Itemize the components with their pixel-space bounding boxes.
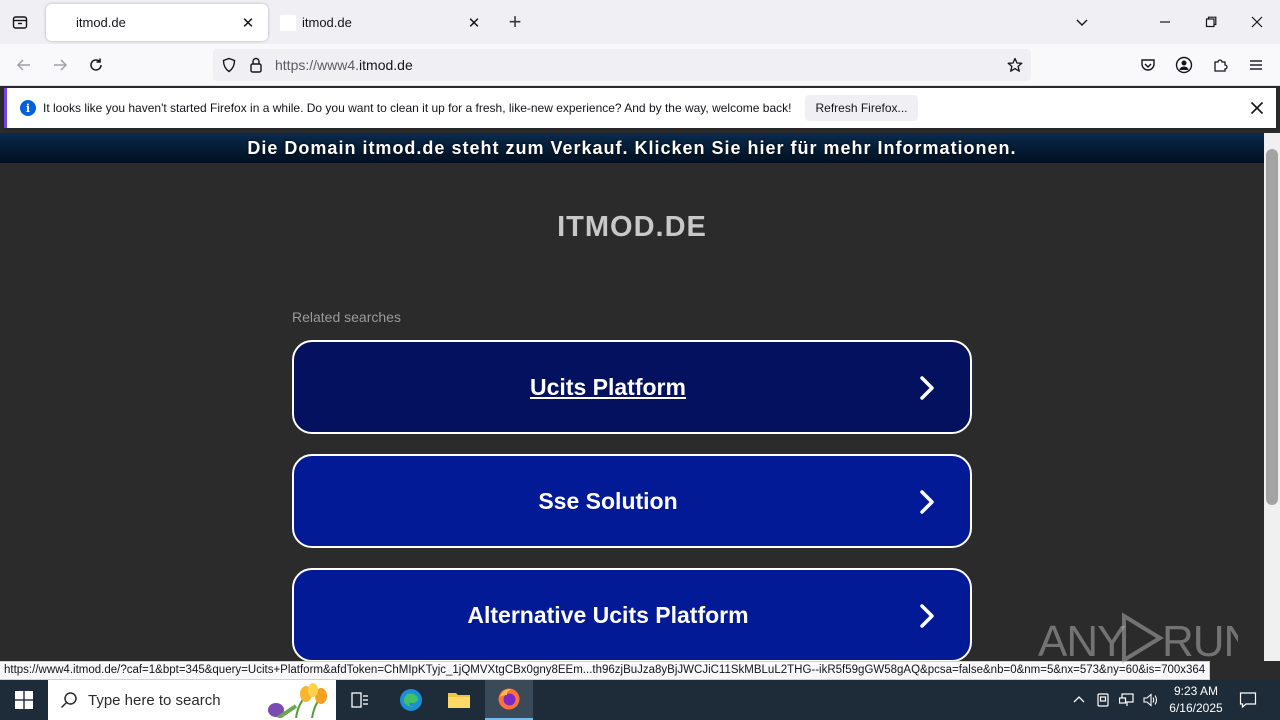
new-tab-plus-icon[interactable]: + (503, 9, 527, 34)
tulip-decoration-icon (268, 683, 327, 718)
search-link-label: Alternative Ucits Platform (467, 601, 749, 628)
search-link-sse-solution[interactable]: Sse Solution (292, 454, 972, 548)
navigation-toolbar: https://www4.itmod.de (0, 44, 1280, 86)
svg-text:ANY: ANY (1038, 617, 1126, 666)
notification-message: It looks like you haven't started Firefo… (43, 101, 792, 115)
notification-close-icon[interactable] (1245, 96, 1269, 120)
clock-time: 9:23 AM (1173, 684, 1219, 698)
chevron-right-icon (920, 376, 934, 400)
pocket-icon[interactable] (1134, 51, 1162, 79)
taskbar-search-placeholder: Type here to search (88, 692, 221, 709)
minimize-icon[interactable] (1151, 8, 1179, 36)
tab-list-chevron-down-icon[interactable] (1068, 8, 1096, 36)
page-scrollbar[interactable] (1264, 133, 1280, 661)
related-searches-label: Related searches (292, 309, 401, 325)
system-clock[interactable]: 9:23 AM 6/16/2025 (1162, 683, 1230, 717)
bookmark-star-icon[interactable] (1007, 57, 1023, 73)
anyrun-watermark-logo: ANY RUN (1038, 610, 1238, 666)
file-explorer-icon[interactable] (435, 680, 483, 720)
notifications-speech-bubble-icon[interactable] (1236, 680, 1260, 720)
site-title: ITMOD.DE (557, 211, 707, 243)
search-link-label: Ucits Platform (530, 373, 686, 400)
forward-arrow-icon[interactable] (46, 51, 74, 79)
start-windows-icon[interactable] (0, 680, 48, 720)
tab-close-icon[interactable]: ✕ (238, 13, 258, 33)
refresh-firefox-button[interactable]: Refresh Firefox... (805, 95, 918, 121)
tracking-shield-icon[interactable] (221, 57, 237, 73)
windows-taskbar: Type here to search 9:23 AM 6/16/2025 (0, 680, 1280, 720)
chevron-right-icon (920, 604, 934, 628)
page-content: Die Domain itmod.de steht zum Verkauf. K… (0, 133, 1264, 661)
tab-itmod-second[interactable]: itmod.de ✕ (272, 4, 494, 41)
restore-icon[interactable] (1197, 8, 1225, 36)
scrollbar-thumb[interactable] (1266, 149, 1278, 505)
url-text[interactable]: https://www4.itmod.de (275, 57, 413, 73)
lock-icon[interactable] (249, 57, 263, 73)
volume-speaker-icon[interactable] (1141, 680, 1161, 720)
firefox-taskbar-icon[interactable] (485, 680, 533, 720)
refresh-firefox-notification: i It looks like you haven't started Fire… (4, 88, 1276, 128)
account-icon[interactable] (1170, 51, 1198, 79)
search-icon (60, 692, 77, 709)
network-wired-icon[interactable] (1117, 680, 1137, 720)
chevron-right-icon (920, 490, 934, 514)
page-favicon-icon (54, 15, 70, 31)
tab-title: itmod.de (76, 15, 126, 30)
tab-strip: itmod.de ✕ itmod.de ✕ + (0, 0, 1280, 44)
reload-icon[interactable] (82, 51, 110, 79)
firefox-view-button[interactable] (6, 8, 34, 36)
back-arrow-icon[interactable] (10, 51, 38, 79)
domain-for-sale-banner[interactable]: Die Domain itmod.de steht zum Verkauf. K… (0, 133, 1264, 163)
page-favicon-icon (280, 15, 296, 31)
firefox-view-icon (12, 16, 28, 29)
search-link-alternative-ucits-platform[interactable]: Alternative Ucits Platform (292, 568, 972, 661)
taskbar-search-box[interactable]: Type here to search (48, 680, 336, 720)
svg-text:RUN: RUN (1162, 617, 1238, 666)
hamburger-menu-icon[interactable] (1242, 51, 1270, 79)
address-bar[interactable]: https://www4.itmod.de (213, 49, 1031, 81)
extensions-puzzle-icon[interactable] (1206, 51, 1234, 79)
tray-chevron-up-icon[interactable] (1070, 680, 1088, 720)
search-link-ucits-platform[interactable]: Ucits Platform (292, 340, 972, 434)
tab-title: itmod.de (302, 15, 352, 30)
clock-date: 6/16/2025 (1169, 701, 1223, 715)
network-meeting-icon[interactable] (1094, 680, 1112, 720)
window-close-icon[interactable] (1243, 8, 1271, 36)
link-status-url: https://www4.itmod.de/?caf=1&bpt=345&que… (0, 661, 1211, 680)
info-icon: i (20, 100, 36, 116)
tab-close-icon[interactable]: ✕ (464, 13, 484, 33)
tab-itmod-active[interactable]: itmod.de ✕ (46, 4, 268, 41)
task-view-icon[interactable] (336, 680, 384, 720)
edge-browser-icon[interactable] (387, 680, 435, 720)
search-link-label: Sse Solution (538, 487, 678, 514)
